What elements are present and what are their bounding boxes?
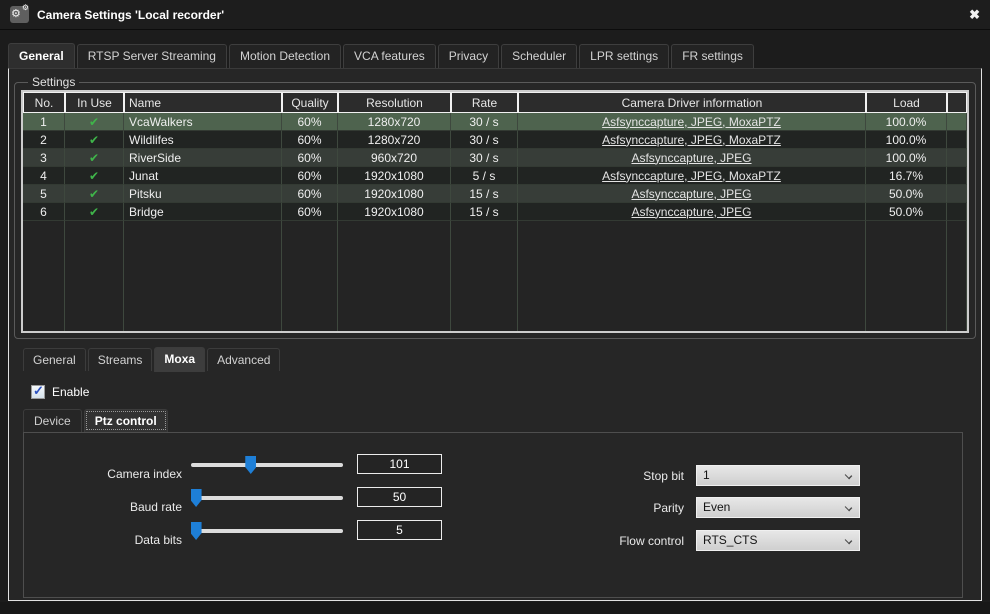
- col-header-resolution[interactable]: Resolution: [338, 92, 451, 113]
- tab-lpr-settings[interactable]: LPR settings: [579, 44, 669, 68]
- table-row[interactable]: 4 ✔ Junat 60% 1920x1080 5 / s Asfsynccap…: [23, 167, 967, 185]
- table-row[interactable]: 2 ✔ Wildlifes 60% 1280x720 30 / s Asfsyn…: [23, 131, 967, 149]
- tab-advanced[interactable]: Advanced: [207, 348, 280, 371]
- tab-streams[interactable]: Streams: [88, 348, 153, 371]
- table-empty-area: [23, 221, 967, 331]
- col-header-filler: [947, 92, 967, 113]
- driver-link[interactable]: Asfsynccapture, JPEG, MoxaPTZ: [602, 115, 781, 129]
- tab-scheduler[interactable]: Scheduler: [501, 44, 577, 68]
- settings-groupbox: Settings No. In Use Name Quality Resolut…: [14, 75, 976, 339]
- flow-control-label: Flow control: [534, 534, 684, 548]
- col-header-no[interactable]: No.: [23, 92, 65, 113]
- tab-camera-general[interactable]: General: [23, 348, 86, 371]
- camera-tab-strip: General Streams Moxa Advanced: [23, 348, 981, 373]
- col-header-driver[interactable]: Camera Driver information: [518, 92, 866, 113]
- tab-motion-detection[interactable]: Motion Detection: [229, 44, 341, 68]
- tab-general[interactable]: General: [8, 43, 75, 69]
- enable-label: Enable: [52, 385, 89, 399]
- chevron-down-icon: [844, 471, 852, 479]
- driver-link[interactable]: Asfsynccapture, JPEG: [631, 187, 751, 201]
- chevron-down-icon: [844, 503, 852, 511]
- window-title: Camera Settings 'Local recorder': [37, 8, 224, 22]
- slider-thumb[interactable]: [245, 456, 256, 474]
- settings-group-label: Settings: [28, 75, 79, 89]
- baud-rate-slider[interactable]: [191, 488, 343, 508]
- col-header-quality[interactable]: Quality: [282, 92, 338, 113]
- parity-dropdown[interactable]: Even: [696, 497, 860, 518]
- in-use-check-icon: ✔: [89, 205, 99, 219]
- slider-thumb[interactable]: [191, 522, 202, 540]
- driver-link[interactable]: Asfsynccapture, JPEG, MoxaPTZ: [602, 169, 781, 183]
- table-row[interactable]: 3 ✔ RiverSide 60% 960x720 30 / s Asfsync…: [23, 149, 967, 167]
- col-header-rate[interactable]: Rate: [451, 92, 518, 113]
- tab-ptz-control[interactable]: Ptz control: [84, 409, 168, 432]
- enable-row: ✓ Enable: [31, 384, 981, 399]
- flow-control-dropdown[interactable]: RTS_CTS: [696, 530, 860, 551]
- table-row[interactable]: 5 ✔ Pitsku 60% 1920x1080 15 / s Asfsyncc…: [23, 185, 967, 203]
- stop-bit-dropdown[interactable]: 1: [696, 465, 860, 486]
- driver-link[interactable]: Asfsynccapture, JPEG, MoxaPTZ: [602, 133, 781, 147]
- baud-rate-label: Baud rate: [32, 500, 182, 514]
- general-tab-page: Settings No. In Use Name Quality Resolut…: [8, 68, 982, 601]
- camera-index-label: Camera index: [32, 467, 182, 481]
- moxa-sub-tab-strip: Device Ptz control: [23, 409, 981, 432]
- driver-link[interactable]: Asfsynccapture, JPEG: [631, 205, 751, 219]
- title-bar: ⚙⚙ Camera Settings 'Local recorder' ✖: [0, 0, 990, 30]
- chevron-down-icon: [844, 536, 852, 544]
- col-header-in-use[interactable]: In Use: [65, 92, 124, 113]
- table-row[interactable]: 1 ✔ VcaWalkers 60% 1280x720 30 / s Asfsy…: [23, 113, 967, 131]
- table-header-row: No. In Use Name Quality Resolution Rate …: [23, 92, 967, 113]
- ptz-control-panel: Camera index 101 Baud rate 50 Data bits …: [23, 432, 963, 598]
- in-use-check-icon: ✔: [89, 133, 99, 147]
- in-use-check-icon: ✔: [89, 169, 99, 183]
- tab-vca-features[interactable]: VCA features: [343, 44, 436, 68]
- col-header-name[interactable]: Name: [124, 92, 282, 113]
- camera-settings-gear-icon: ⚙⚙: [10, 6, 29, 23]
- stop-bit-label: Stop bit: [534, 469, 684, 483]
- slider-thumb[interactable]: [191, 489, 202, 507]
- col-header-load[interactable]: Load: [866, 92, 947, 113]
- enable-checkbox[interactable]: ✓: [31, 385, 45, 399]
- in-use-check-icon: ✔: [89, 115, 99, 129]
- tab-privacy[interactable]: Privacy: [438, 44, 499, 68]
- tab-moxa[interactable]: Moxa: [154, 347, 205, 372]
- driver-link[interactable]: Asfsynccapture, JPEG: [631, 151, 751, 165]
- main-tab-strip: General RTSP Server Streaming Motion Det…: [8, 44, 754, 70]
- data-bits-slider[interactable]: [191, 521, 343, 541]
- data-bits-label: Data bits: [32, 533, 182, 547]
- camera-index-value-field[interactable]: 101: [357, 454, 442, 474]
- window-bottom-edge: [0, 602, 990, 614]
- close-icon[interactable]: ✖: [969, 7, 980, 23]
- table-row[interactable]: 6 ✔ Bridge 60% 1920x1080 15 / s Asfsyncc…: [23, 203, 967, 221]
- tab-device[interactable]: Device: [23, 409, 82, 432]
- data-bits-value-field[interactable]: 5: [357, 520, 442, 540]
- tab-fr-settings[interactable]: FR settings: [671, 44, 754, 68]
- in-use-check-icon: ✔: [89, 187, 99, 201]
- camera-index-slider[interactable]: [191, 455, 343, 475]
- camera-settings-window: ⚙⚙ Camera Settings 'Local recorder' ✖ Ge…: [0, 0, 990, 614]
- tab-rtsp-server-streaming[interactable]: RTSP Server Streaming: [77, 44, 227, 68]
- baud-rate-value-field[interactable]: 50: [357, 487, 442, 507]
- parity-label: Parity: [534, 501, 684, 515]
- camera-table: No. In Use Name Quality Resolution Rate …: [21, 90, 969, 333]
- in-use-check-icon: ✔: [89, 151, 99, 165]
- checkmark-icon: ✓: [33, 383, 44, 399]
